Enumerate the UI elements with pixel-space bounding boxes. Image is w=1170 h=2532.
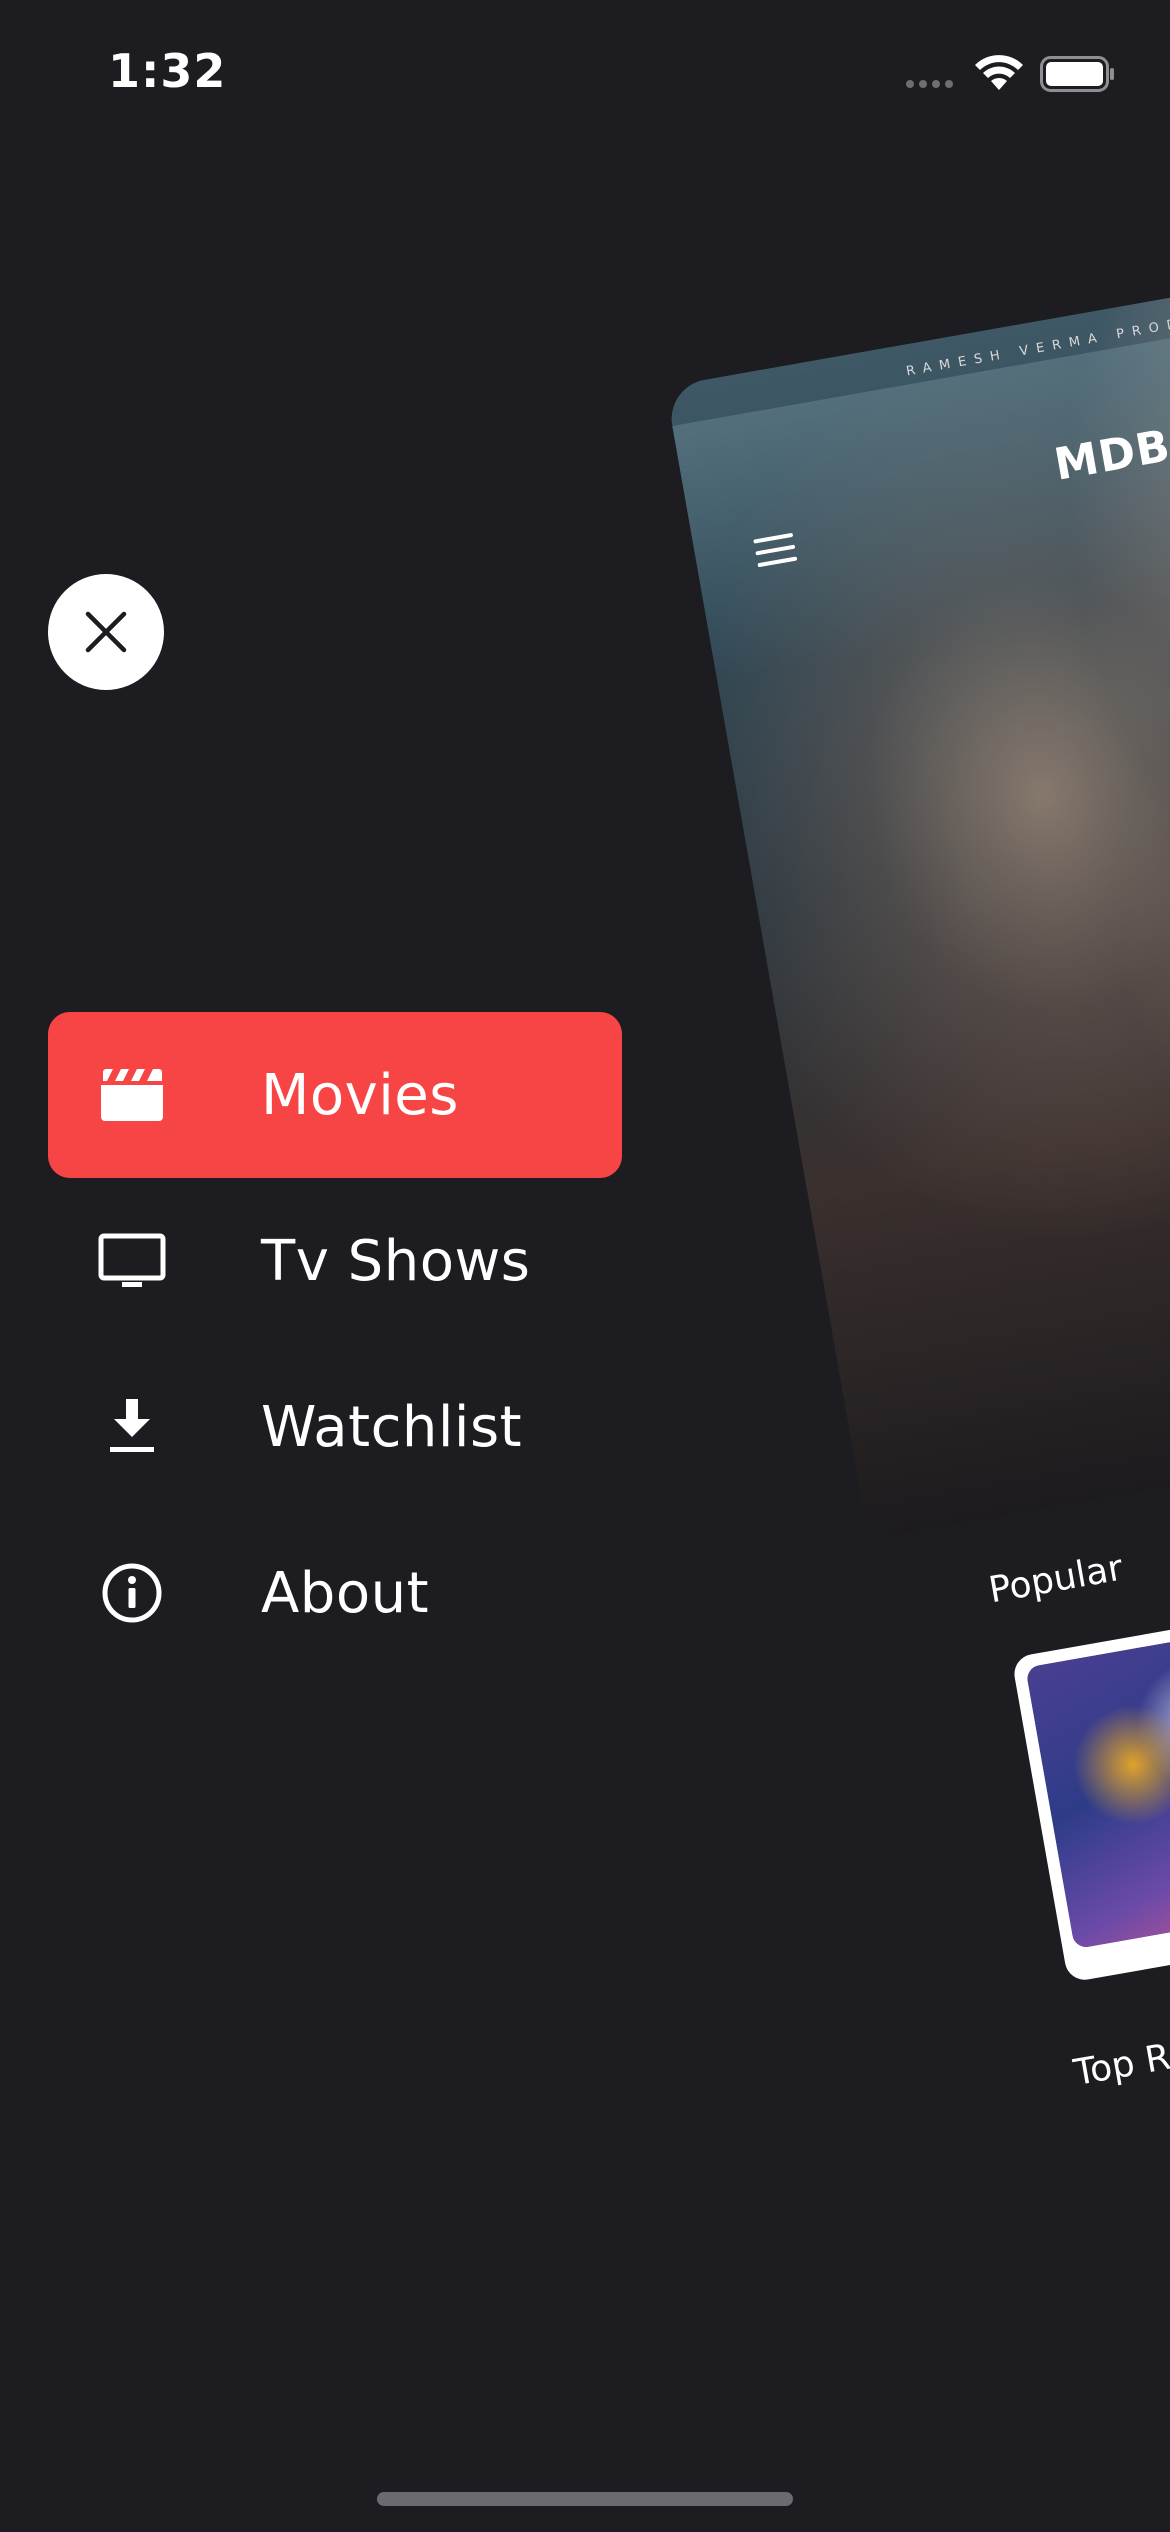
section-popular: Popular	[985, 1547, 1126, 1612]
featured-poster[interactable]: RAMESH VERMA PRODUC MDB SE COM	[665, 237, 1170, 1539]
menu-item-movies[interactable]: Movies	[48, 1012, 622, 1178]
close-icon	[85, 611, 127, 653]
home-indicator[interactable]	[377, 2492, 793, 2506]
menu-label-tv-shows: Tv Shows	[261, 1228, 531, 1294]
close-button[interactable]	[48, 574, 164, 690]
hamburger-menu-icon[interactable]	[753, 531, 798, 569]
tv-icon	[98, 1227, 166, 1295]
menu-item-tv-shows[interactable]: Tv Shows	[48, 1178, 622, 1344]
status-time: 1:32	[108, 44, 227, 98]
clapperboard-icon	[98, 1061, 166, 1129]
menu-label-movies: Movies	[261, 1062, 459, 1128]
main-screen-preview[interactable]: RAMESH VERMA PRODUC MDB SE COM Popular D…	[650, 144, 1170, 2270]
movie-card[interactable]: DRAGON	[1011, 1604, 1170, 1983]
menu-label-watchlist: Watchlist	[261, 1394, 523, 1460]
movie-card-image	[1025, 1615, 1170, 1950]
menu-item-about[interactable]: About	[48, 1510, 622, 1676]
wifi-icon	[975, 55, 1023, 90]
side-menu: Movies Tv Shows Watchlist About	[48, 1012, 622, 1676]
download-icon	[98, 1393, 166, 1461]
info-icon	[98, 1559, 166, 1627]
status-bar: 1:32	[0, 0, 1170, 150]
menu-item-watchlist[interactable]: Watchlist	[48, 1344, 622, 1510]
menu-label-about: About	[261, 1560, 430, 1626]
section-top-rated: Top Rate	[1070, 2026, 1170, 2094]
battery-icon	[1040, 56, 1114, 92]
cellular-signal-icon	[906, 80, 953, 88]
